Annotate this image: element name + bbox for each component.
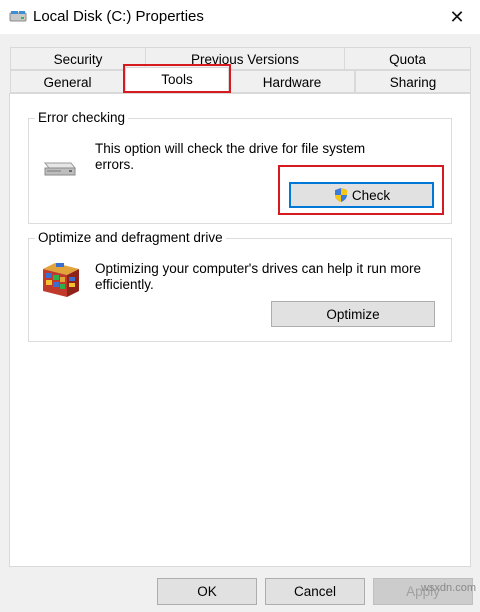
drive-icon (43, 162, 77, 176)
defrag-icon (43, 263, 79, 297)
tools-panel: Error checking This option will check th… (9, 93, 471, 567)
ok-button-label: OK (197, 584, 217, 599)
tab-hardware[interactable]: Hardware (229, 70, 355, 93)
group-title: Error checking (35, 110, 129, 125)
tab-label: Hardware (262, 75, 322, 90)
watermark: wsxdn.com (420, 582, 476, 594)
tab-label: Tools (161, 72, 193, 87)
check-button[interactable]: Check (289, 182, 434, 208)
error-checking-group: Error checking This option will check th… (28, 110, 452, 224)
window-title: Local Disk (C:) Properties (33, 8, 204, 25)
optimize-button-label: Optimize (326, 306, 380, 322)
cancel-button[interactable]: Cancel (265, 578, 365, 605)
tab-label: Sharing (389, 75, 437, 90)
tab-label: Quota (389, 52, 426, 67)
optimize-group: Optimize and defragment drive Optimizing… (28, 230, 452, 342)
tab-sharing[interactable]: Sharing (355, 70, 471, 93)
uac-shield-icon (334, 188, 347, 202)
optimize-button[interactable]: Optimize (271, 301, 435, 327)
cancel-button-label: Cancel (293, 584, 337, 599)
tab-general[interactable]: General (10, 70, 125, 93)
tab-label: Previous Versions (190, 52, 300, 67)
close-icon: ✕ (449, 6, 465, 27)
tab-label: Security (53, 52, 103, 67)
tab-label: General (43, 75, 92, 90)
close-button[interactable]: ✕ (434, 0, 480, 34)
tab-tools[interactable]: Tools (125, 67, 229, 93)
drive-icon (9, 11, 27, 22)
optimize-description: Optimizing your computer's drives can he… (95, 261, 421, 292)
group-title: Optimize and defragment drive (35, 230, 226, 245)
title-bar: Local Disk (C:) Properties ✕ (0, 0, 480, 34)
ok-button[interactable]: OK (157, 578, 257, 605)
error-checking-description: This option will check the drive for fil… (95, 141, 366, 172)
tab-quota[interactable]: Quota (344, 47, 471, 70)
check-button-label: Check (351, 187, 391, 203)
